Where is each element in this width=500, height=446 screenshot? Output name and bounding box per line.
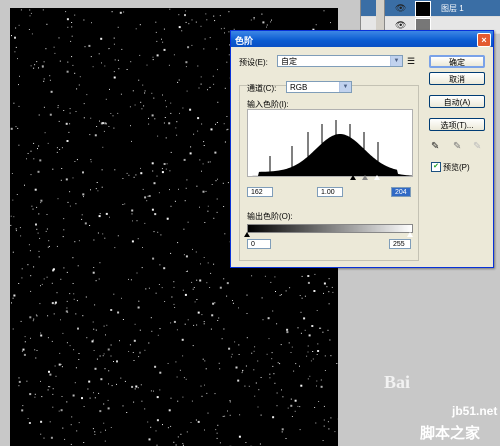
eye-icon[interactable]: 👁 xyxy=(395,3,409,13)
histogram-graph xyxy=(247,109,413,177)
output-white-slider[interactable] xyxy=(407,232,413,237)
input-black-slider[interactable] xyxy=(350,175,356,180)
white-eyedropper-icon[interactable]: ✎ xyxy=(473,141,483,153)
preset-select[interactable]: 自定 ▼ xyxy=(277,55,403,67)
output-levels-label: 输出色阶(O): xyxy=(247,212,293,221)
eye-icon[interactable]: 👁 xyxy=(395,20,409,30)
layer-thumbnail xyxy=(415,1,431,17)
options-button[interactable]: 选项(T)... xyxy=(429,118,485,131)
chevron-down-icon[interactable]: ▼ xyxy=(339,82,351,92)
close-button[interactable]: × xyxy=(477,33,491,47)
input-gamma-field[interactable]: 1.00 xyxy=(317,187,343,197)
site-name-watermark: 脚本之家 xyxy=(420,425,481,442)
output-white-field[interactable]: 255 xyxy=(389,239,411,249)
gray-eyedropper-icon[interactable]: ✎ xyxy=(453,141,463,153)
input-white-slider[interactable] xyxy=(374,175,380,180)
dialog-title: 色阶 xyxy=(235,36,254,46)
preview-label: 预览(P) xyxy=(443,163,470,172)
channel-value: RGB xyxy=(290,83,308,92)
chevron-down-icon[interactable]: ▼ xyxy=(390,56,402,66)
input-white-field[interactable]: 204 xyxy=(391,187,411,197)
channel-label: 通道(C): xyxy=(247,84,277,93)
layer-name: 图层 1 xyxy=(441,4,464,13)
preset-options-icon[interactable]: ☰ xyxy=(407,56,415,67)
black-eyedropper-icon[interactable]: ✎ xyxy=(431,141,441,153)
site-watermark: jb51.net xyxy=(452,404,498,418)
channel-select[interactable]: RGB ▼ xyxy=(286,81,352,93)
baidu-watermark: Bai xyxy=(384,372,411,392)
preset-value: 自定 xyxy=(281,57,297,66)
output-gradient-bar xyxy=(247,224,413,233)
preview-checkbox[interactable]: ✔ xyxy=(431,162,441,172)
levels-dialog: 色阶 × 预设(E): 自定 ▼ ☰ 通道(C): RGB ▼ 输入色阶(I):… xyxy=(230,30,494,268)
auto-button[interactable]: 自动(A) xyxy=(429,95,485,108)
cancel-button[interactable]: 取消 xyxy=(429,72,485,85)
input-black-field[interactable]: 162 xyxy=(247,187,273,197)
dialog-titlebar[interactable]: 色阶 × xyxy=(231,31,493,47)
output-black-slider[interactable] xyxy=(244,232,250,237)
output-black-field[interactable]: 0 xyxy=(247,239,271,249)
preset-label: 预设(E): xyxy=(239,58,268,67)
ok-button[interactable]: 确定 xyxy=(429,55,485,68)
input-gamma-slider[interactable] xyxy=(362,175,368,180)
